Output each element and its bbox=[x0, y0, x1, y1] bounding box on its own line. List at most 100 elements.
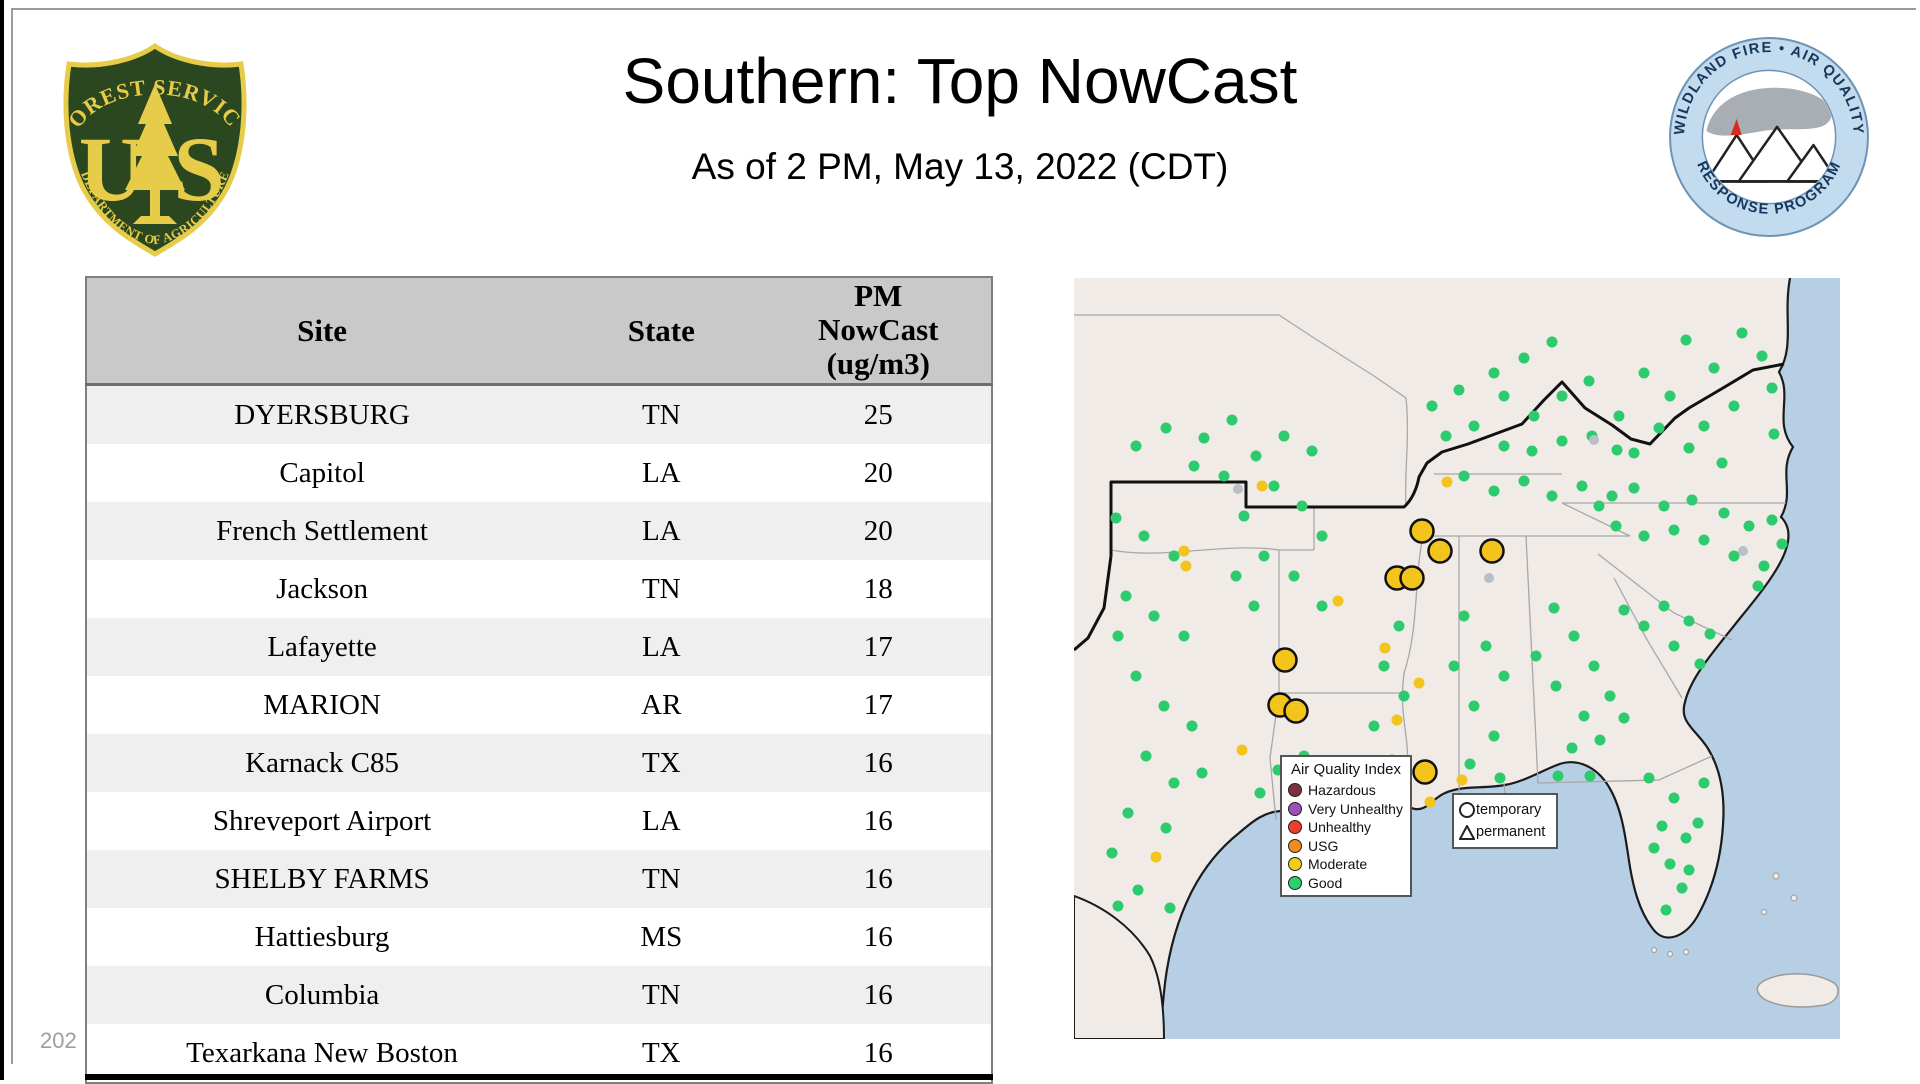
good-site-marker bbox=[1550, 680, 1562, 692]
aqi-legend-item: USG bbox=[1288, 837, 1404, 856]
site-cell: MARION bbox=[86, 676, 558, 735]
col-header-state: State bbox=[557, 277, 766, 387]
good-site-marker bbox=[1110, 512, 1122, 524]
state-cell: LA bbox=[557, 444, 766, 503]
good-site-marker bbox=[1704, 628, 1716, 640]
forest-service-logo: FOREST SERVICE DEPARTMENT OF AGRICULTURE… bbox=[55, 40, 247, 257]
moderate-site-marker bbox=[1180, 560, 1192, 572]
good-site-marker bbox=[1668, 640, 1680, 652]
good-site-marker bbox=[1683, 615, 1695, 627]
table-header-row: Site State PM NowCast (ug/m3) bbox=[86, 277, 992, 387]
page-title: Southern: Top NowCast bbox=[622, 45, 1298, 117]
good-site-marker bbox=[1766, 514, 1778, 526]
moderate-site-marker bbox=[1391, 714, 1403, 726]
good-site-marker bbox=[1556, 390, 1568, 402]
aqi-legend-item: Good bbox=[1288, 874, 1404, 893]
good-site-marker bbox=[1692, 817, 1704, 829]
good-site-marker bbox=[1186, 720, 1198, 732]
moderate-site-marker bbox=[1456, 774, 1468, 786]
moderate-temporary-marker bbox=[1412, 759, 1438, 785]
aqi-legend-swatch bbox=[1288, 783, 1302, 798]
good-site-marker bbox=[1610, 520, 1622, 532]
footer-date-fragment: 202 bbox=[40, 1028, 77, 1053]
good-site-marker bbox=[1618, 712, 1630, 724]
table-row: MARION AR 17 bbox=[86, 676, 992, 735]
good-site-marker bbox=[1698, 777, 1710, 789]
good-site-marker bbox=[1676, 882, 1688, 894]
temporary-circle-icon bbox=[1458, 802, 1476, 818]
good-site-marker bbox=[1648, 842, 1660, 854]
aqi-legend-label: Moderate bbox=[1308, 856, 1368, 873]
moderate-temporary-marker bbox=[1399, 565, 1425, 591]
value-cell: 17 bbox=[765, 676, 992, 735]
good-site-marker bbox=[1708, 362, 1720, 374]
state-cell: LA bbox=[557, 502, 766, 561]
temporary-legend-row: temporary bbox=[1458, 799, 1552, 821]
good-site-marker bbox=[1686, 494, 1698, 506]
slide-border-left bbox=[11, 8, 13, 1064]
moderate-site-marker bbox=[1178, 545, 1190, 557]
good-site-marker bbox=[1613, 410, 1625, 422]
state-cell: TN bbox=[557, 384, 766, 445]
good-site-marker bbox=[1440, 430, 1452, 442]
good-site-marker bbox=[1278, 430, 1290, 442]
good-site-marker bbox=[1488, 485, 1500, 497]
good-site-marker bbox=[1728, 550, 1740, 562]
good-site-marker bbox=[1546, 336, 1558, 348]
aqi-legend-item: Very Unhealthy bbox=[1288, 800, 1404, 819]
good-site-marker bbox=[1120, 590, 1132, 602]
good-site-marker bbox=[1130, 440, 1142, 452]
table-row: French Settlement LA 20 bbox=[86, 502, 992, 561]
moderate-site-marker bbox=[1379, 642, 1391, 654]
good-site-marker bbox=[1766, 382, 1778, 394]
value-cell: 16 bbox=[765, 792, 992, 851]
good-site-marker bbox=[1736, 327, 1748, 339]
good-site-marker bbox=[1611, 444, 1623, 456]
good-site-marker bbox=[1122, 807, 1134, 819]
good-site-marker bbox=[1218, 470, 1230, 482]
air-quality-map bbox=[1074, 278, 1840, 1039]
good-site-marker bbox=[1398, 690, 1410, 702]
value-cell: 16 bbox=[765, 734, 992, 793]
site-cell: Shreveport Airport bbox=[86, 792, 558, 851]
inactive-site-marker bbox=[1738, 546, 1748, 556]
state-cell: LA bbox=[557, 618, 766, 677]
good-site-marker bbox=[1628, 447, 1640, 459]
good-site-marker bbox=[1258, 550, 1270, 562]
good-site-marker bbox=[1498, 670, 1510, 682]
aqi-legend-item: Moderate bbox=[1288, 855, 1404, 874]
table-row: Capitol LA 20 bbox=[86, 444, 992, 503]
good-site-marker bbox=[1132, 884, 1144, 896]
aqi-legend-swatch bbox=[1288, 820, 1302, 835]
good-site-marker bbox=[1680, 334, 1692, 346]
aqi-legend-label: Unhealthy bbox=[1308, 819, 1372, 836]
table-row: Hattiesburg MS 16 bbox=[86, 908, 992, 967]
good-site-marker bbox=[1458, 470, 1470, 482]
good-site-marker bbox=[1584, 770, 1596, 782]
aqi-legend-swatch bbox=[1288, 801, 1302, 816]
good-site-marker bbox=[1168, 550, 1180, 562]
page-subtitle: As of 2 PM, May 13, 2022 (CDT) bbox=[691, 146, 1229, 187]
site-cell: Hattiesburg bbox=[86, 908, 558, 967]
good-site-marker bbox=[1188, 460, 1200, 472]
wildland-fire-air-quality-logo: WILDLAND FIRE • AIR QUALITY RESPONSE PRO… bbox=[1669, 37, 1869, 237]
good-site-marker bbox=[1643, 772, 1655, 784]
good-site-marker bbox=[1664, 390, 1676, 402]
moderate-temporary-marker bbox=[1409, 518, 1435, 544]
good-site-marker bbox=[1296, 500, 1308, 512]
good-site-marker bbox=[1593, 500, 1605, 512]
permanent-triangle-icon bbox=[1458, 824, 1476, 840]
moderate-temporary-marker bbox=[1283, 698, 1309, 724]
good-site-marker bbox=[1576, 480, 1588, 492]
good-site-marker bbox=[1628, 482, 1640, 494]
good-site-marker bbox=[1250, 450, 1262, 462]
good-site-marker bbox=[1664, 858, 1676, 870]
state-cell: TN bbox=[557, 560, 766, 619]
site-cell: Capitol bbox=[86, 444, 558, 503]
value-cell: 25 bbox=[765, 384, 992, 445]
good-site-marker bbox=[1498, 440, 1510, 452]
table-row: Shreveport Airport LA 16 bbox=[86, 792, 992, 851]
value-cell: 20 bbox=[765, 502, 992, 561]
good-site-marker bbox=[1158, 700, 1170, 712]
moderate-temporary-marker bbox=[1427, 538, 1453, 564]
